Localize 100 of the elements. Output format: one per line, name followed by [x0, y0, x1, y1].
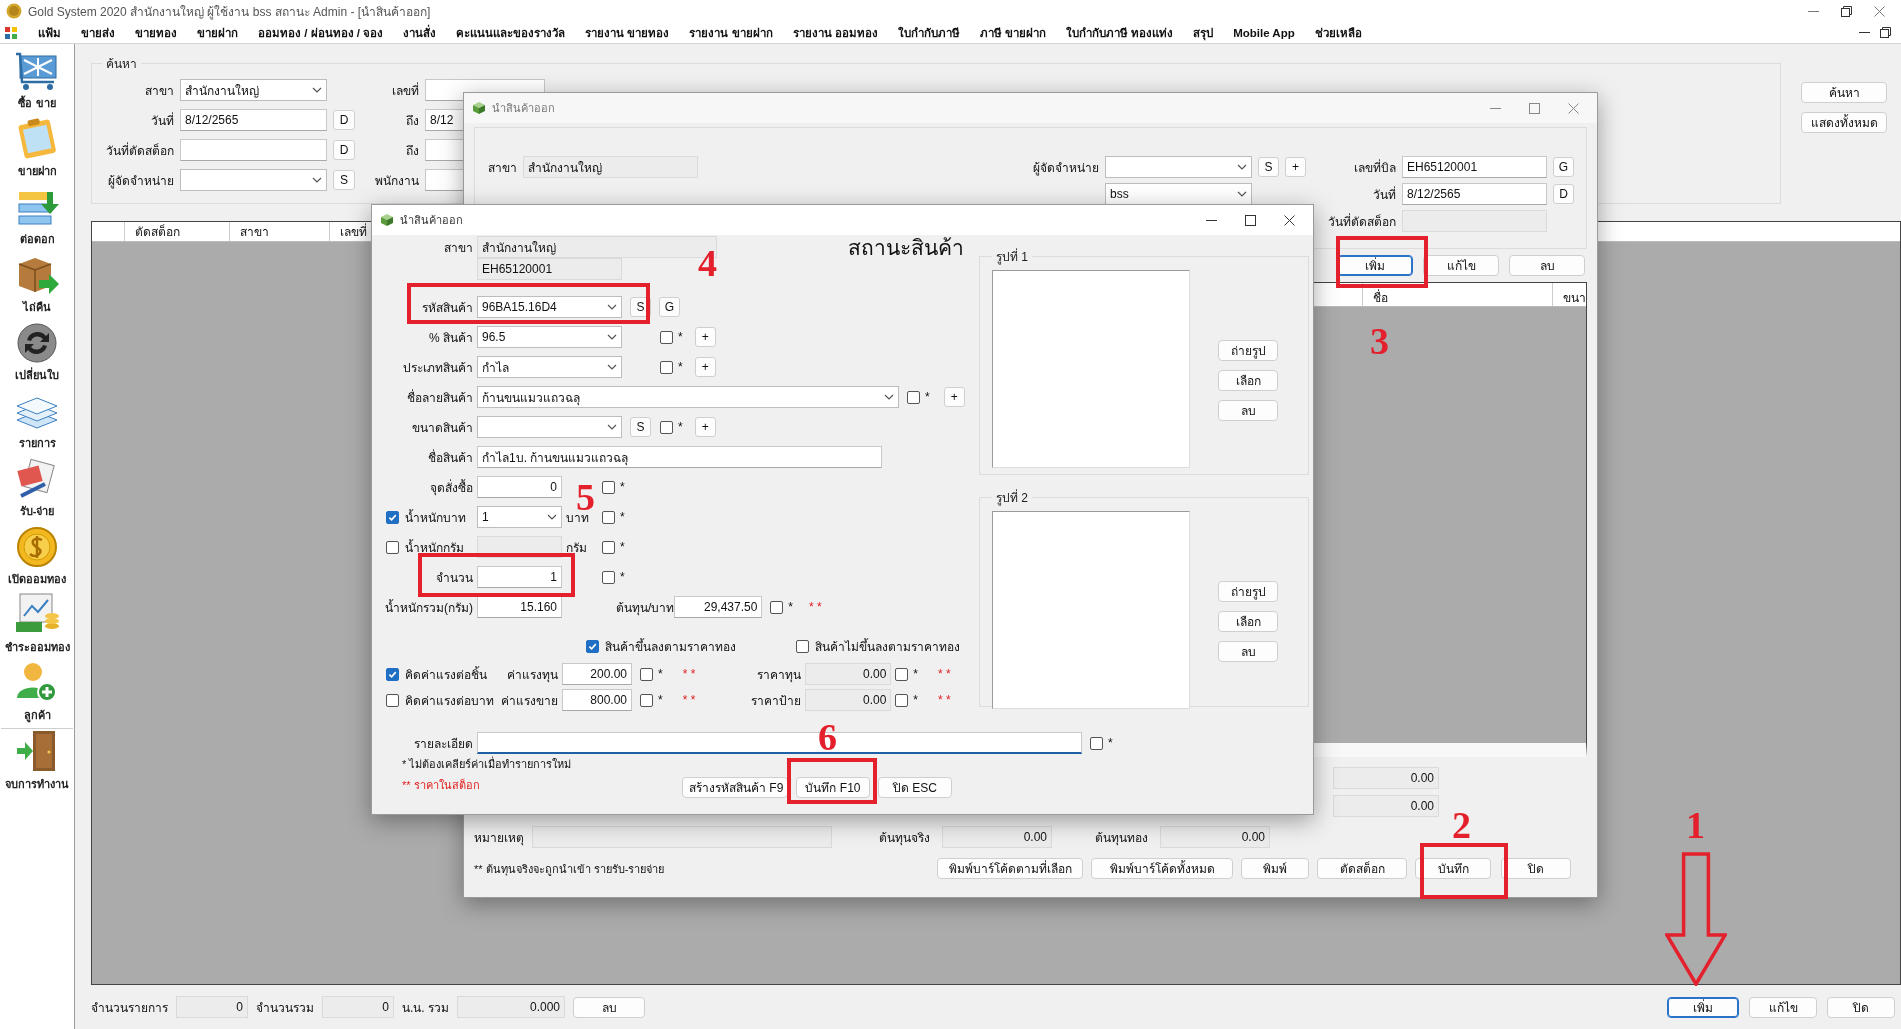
input-field[interactable]: สำนักงานใหญ่	[523, 156, 698, 178]
app-menu-icon[interactable]	[4, 25, 18, 40]
add-button[interactable]: +	[694, 327, 716, 347]
small-button[interactable]: G	[1553, 157, 1574, 177]
restore-icon[interactable]	[1841, 5, 1852, 17]
sidebar-item[interactable]: ชำระออมทอง	[0, 592, 75, 660]
dialog-button[interactable]: สร้างรหัสสินค้า F9	[682, 777, 788, 798]
sidebar-item[interactable]: ต่อดอก	[0, 184, 75, 252]
input-field[interactable]: 0.00	[805, 663, 892, 685]
input-field[interactable]: กำไล1บ. ก้านขนแมวแถวฉลุ	[477, 446, 882, 468]
add-button[interactable]: +	[943, 387, 965, 407]
checkbox[interactable]	[602, 480, 615, 494]
checkbox[interactable]	[640, 667, 653, 681]
input-field[interactable]: 0.00	[942, 826, 1052, 848]
menu-item[interactable]: รายงาน ขายฝาก	[689, 23, 773, 42]
input-field[interactable]: 0	[477, 476, 562, 498]
dropdown[interactable]: กำไล	[477, 356, 622, 378]
sidebar-item[interactable]: รับ-จ่าย	[0, 456, 75, 524]
small-button[interactable]: S	[1258, 157, 1279, 177]
sidebar-item[interactable]: จบการทำงาน	[0, 729, 75, 797]
menu-item[interactable]: ขายฝาก	[197, 23, 238, 42]
picture-button[interactable]: เลือก	[1218, 611, 1278, 632]
checkbox[interactable]	[386, 540, 399, 554]
input-field[interactable]: EH65120001	[1402, 156, 1547, 178]
footer-button[interactable]: ปิด	[1827, 996, 1895, 1018]
checkbox[interactable]	[796, 639, 809, 653]
sidebar-item[interactable]: เปิดออมทอง	[0, 524, 75, 592]
checkbox[interactable]	[660, 420, 673, 434]
sidebar-item[interactable]: ซื้อ ขาย	[0, 48, 75, 116]
dropdown[interactable]: 96BA15.16D4	[477, 296, 622, 318]
input-field[interactable]: 0.00	[805, 689, 892, 711]
dialog-button[interactable]: ปิด ESC	[878, 777, 952, 798]
small-button[interactable]: S	[630, 417, 651, 437]
dropdown[interactable]: 96.5	[477, 326, 622, 348]
checkbox[interactable]	[895, 693, 909, 707]
checkbox[interactable]	[660, 360, 673, 374]
sidebar-item[interactable]: เปลี่ยนใบ	[0, 320, 75, 388]
menu-item[interactable]: รายงาน ออมทอง	[792, 23, 878, 42]
small-button[interactable]: +	[1285, 157, 1306, 177]
picture-button[interactable]: เลือก	[1218, 370, 1278, 391]
menu-item[interactable]: ขายส่ง	[81, 23, 115, 42]
picture-button[interactable]: ลบ	[1218, 641, 1278, 662]
footer-button[interactable]: ปิด	[1501, 858, 1571, 879]
footer-button[interactable]: ตัดสต็อก	[1317, 858, 1407, 879]
dropdown[interactable]: สำนักงานใหญ่	[180, 79, 327, 101]
input-field[interactable]: EH65120001	[477, 258, 622, 280]
checkbox[interactable]	[895, 667, 909, 681]
checkbox[interactable]	[586, 639, 599, 653]
dropdown[interactable]: 1	[477, 506, 562, 528]
menu-item[interactable]: Mobile App	[1233, 26, 1295, 39]
action-button[interactable]: เพิ่ม	[1337, 255, 1413, 276]
checkbox[interactable]	[602, 570, 615, 584]
search-button[interactable]: ค้นหา	[1801, 82, 1887, 103]
add-button[interactable]: +	[694, 417, 716, 437]
sidebar-item[interactable]: ขายฝาก	[0, 116, 75, 184]
footer-button[interactable]: พิมพ์บาร์โค้ดทั้งหมด	[1091, 858, 1233, 879]
picture-button[interactable]: ถ่ายรูป	[1218, 581, 1278, 602]
menu-item[interactable]: แฟ้ม	[38, 23, 61, 42]
input-field[interactable]	[180, 139, 327, 161]
search-button[interactable]: แสดงทั้งหมด	[1801, 112, 1887, 133]
dropdown[interactable]: bss	[1105, 183, 1252, 205]
restore-icon[interactable]	[1880, 27, 1891, 38]
menu-item[interactable]: ใบกำกับภาษี	[897, 23, 960, 42]
input-field[interactable]: 0.00	[1333, 795, 1439, 817]
checkbox[interactable]	[907, 390, 920, 404]
add-button[interactable]: +	[694, 357, 716, 377]
picture-button[interactable]: ถ่ายรูป	[1218, 340, 1278, 361]
checkbox[interactable]	[602, 510, 615, 524]
footer-button[interactable]: แก้ไข	[1749, 996, 1817, 1018]
footer-button[interactable]: เพิ่ม	[1667, 996, 1739, 1018]
menu-item[interactable]: คะแนนและของรางวัล	[456, 23, 566, 42]
input-field[interactable]: 15.160	[477, 596, 562, 618]
sidebar-item[interactable]: ลูกค้า	[0, 660, 75, 728]
sidebar-item[interactable]: รายการ	[0, 388, 75, 456]
input-field[interactable]: 800.00	[562, 689, 632, 711]
input-field[interactable]: 29,437.50	[674, 596, 763, 618]
checkbox[interactable]	[1090, 736, 1103, 750]
dropdown[interactable]: ก้านขนแมวแถวฉลุ	[477, 386, 899, 408]
input-field[interactable]: 8/12/2565	[180, 109, 327, 131]
input-field[interactable]: 0.00	[1160, 826, 1270, 848]
checkbox[interactable]	[386, 693, 399, 707]
input-field[interactable]: 1	[477, 566, 562, 588]
input-field[interactable]: 200.00	[562, 663, 632, 685]
footer-button[interactable]: บันทึก	[1415, 858, 1491, 879]
small-button[interactable]: D	[1553, 184, 1574, 204]
menu-item[interactable]: ภาษี ขายฝาก	[979, 23, 1046, 42]
input-field[interactable]: 0	[176, 996, 248, 1018]
checkbox[interactable]	[386, 667, 399, 681]
remark-field[interactable]	[532, 826, 832, 848]
action-button[interactable]: ลบ	[1509, 255, 1585, 276]
checkbox[interactable]	[660, 330, 673, 344]
checkbox[interactable]	[386, 510, 399, 524]
footer-button[interactable]: พิมพ์บาร์โค้ดตามที่เลือก	[937, 858, 1083, 879]
small-button[interactable]: D	[333, 110, 355, 130]
action-button[interactable]: แก้ไข	[1423, 255, 1499, 276]
menu-item[interactable]: ขายทอง	[135, 23, 177, 42]
sidebar-item[interactable]: ไถ่คืน	[0, 252, 75, 320]
small-button[interactable]: G	[659, 297, 680, 317]
small-button[interactable]: D	[333, 140, 355, 160]
picture-button[interactable]: ลบ	[1218, 400, 1278, 421]
